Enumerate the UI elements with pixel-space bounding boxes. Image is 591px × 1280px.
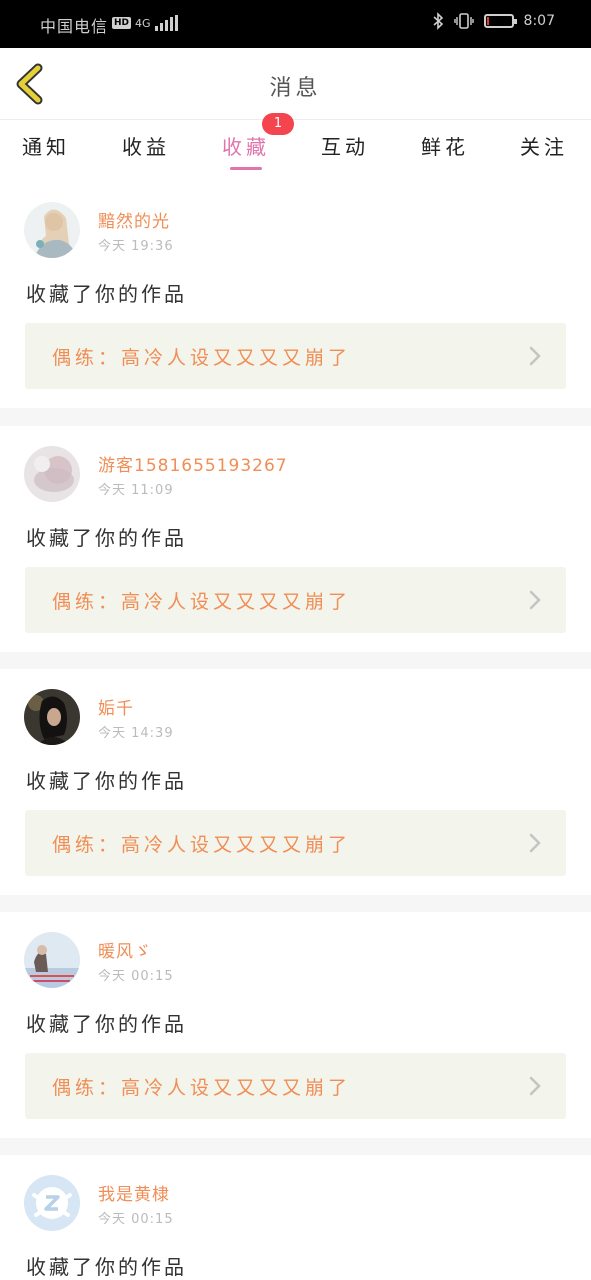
tab-flowers[interactable]: 鲜花 — [400, 131, 490, 160]
chevron-right-icon — [529, 346, 541, 366]
tab-follow[interactable]: 关注 — [499, 131, 589, 160]
qq-default-avatar[interactable] — [24, 1175, 80, 1231]
username[interactable]: 黯然的光 — [98, 207, 170, 232]
list-item[interactable]: 黯然的光 今天 19:36 收藏了你的作品 偶练：高冷人设又又又又崩了 — [0, 182, 591, 408]
divider — [0, 408, 591, 426]
status-right: 8:07 — [432, 12, 555, 30]
work-title: 偶练：高冷人设又又又又崩了 — [52, 1077, 352, 1099]
avatar[interactable] — [24, 932, 80, 988]
action-text: 收藏了你的作品 — [26, 1255, 187, 1279]
username[interactable]: 姤千 — [98, 694, 134, 719]
divider — [0, 652, 591, 670]
avatar[interactable] — [24, 446, 80, 502]
tab-interaction[interactable]: 互动 — [300, 131, 390, 160]
active-tab-indicator — [230, 167, 262, 170]
avatar[interactable] — [24, 202, 80, 258]
signal-icon — [154, 15, 178, 31]
divider — [0, 1138, 591, 1156]
unread-badge: 1 — [262, 113, 294, 135]
action-text: 收藏了你的作品 — [26, 769, 187, 793]
carrier-label: 中国电信 — [40, 17, 109, 36]
list-item[interactable]: 姤千 今天 14:39 收藏了你的作品 偶练：高冷人设又又又又崩了 — [0, 669, 591, 895]
tab-notify[interactable]: 通知 — [1, 131, 91, 160]
chevron-right-icon — [529, 590, 541, 610]
work-link[interactable]: 偶练：高冷人设又又又又崩了 — [25, 1053, 566, 1119]
work-link[interactable]: 偶练：高冷人设又又又又崩了 — [25, 567, 566, 633]
timestamp: 今天 11:09 — [98, 483, 174, 498]
hd-badge: HD — [112, 17, 132, 29]
nav-bar: 消息 — [0, 48, 591, 120]
list-item[interactable]: 游客1581655193267 今天 11:09 收藏了你的作品 偶练：高冷人设… — [0, 426, 591, 652]
status-bar: 中国电信 HD 4G 8:07 — [0, 0, 591, 48]
tab-favorites[interactable]: 收藏 — [201, 131, 291, 160]
timestamp: 今天 00:15 — [98, 969, 174, 984]
work-link[interactable]: 偶练：高冷人设又又又又崩了 — [25, 810, 566, 876]
list-item[interactable]: 我是黄棣 今天 00:15 收藏了你的作品 — [0, 1155, 591, 1280]
chevron-right-icon — [529, 833, 541, 853]
username[interactable]: 暖风ゞ — [98, 937, 152, 962]
work-title: 偶练：高冷人设又又又又崩了 — [52, 834, 352, 856]
tab-bar: 通知 收益 收藏 互动 鲜花 关注 — [0, 121, 591, 171]
page-title: 消息 — [269, 76, 322, 101]
username[interactable]: 我是黄棣 — [98, 1180, 170, 1205]
list-item[interactable]: 暖风ゞ 今天 00:15 收藏了你的作品 偶练：高冷人设又又又又崩了 — [0, 912, 591, 1138]
bluetooth-icon — [433, 12, 443, 30]
battery-icon — [483, 14, 517, 28]
clock: 8:07 — [523, 13, 555, 29]
network-indicators: HD 4G — [112, 15, 178, 31]
work-title: 偶练：高冷人设又又又又崩了 — [52, 591, 352, 613]
username[interactable]: 游客1581655193267 — [98, 451, 288, 476]
action-text: 收藏了你的作品 — [26, 282, 187, 306]
timestamp: 今天 00:15 — [98, 1212, 174, 1227]
action-text: 收藏了你的作品 — [26, 1012, 187, 1036]
work-link[interactable]: 偶练：高冷人设又又又又崩了 — [25, 323, 566, 389]
chevron-right-icon — [529, 1076, 541, 1096]
work-title: 偶练：高冷人设又又又又崩了 — [52, 347, 352, 369]
timestamp: 今天 19:36 — [98, 239, 174, 254]
tab-earnings[interactable]: 收益 — [101, 131, 191, 160]
divider — [0, 895, 591, 913]
action-text: 收藏了你的作品 — [26, 526, 187, 550]
avatar[interactable] — [24, 689, 80, 745]
timestamp: 今天 14:39 — [98, 726, 174, 741]
vibrate-icon — [453, 13, 474, 29]
network-type: 4G — [135, 16, 151, 30]
